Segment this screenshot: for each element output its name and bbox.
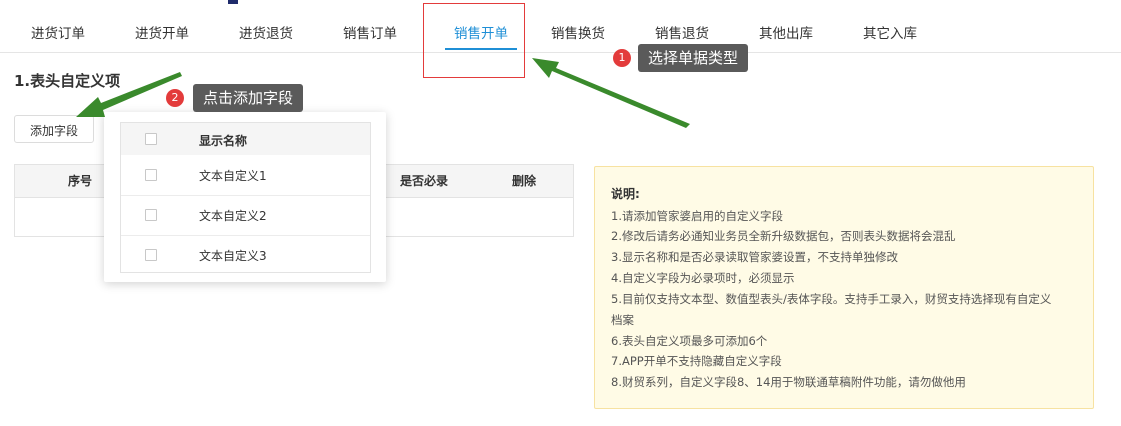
callout-click-add-field: 点击添加字段 (193, 84, 304, 112)
step-badge-1: 1 (613, 49, 631, 67)
annotation-arrows (76, 58, 690, 128)
callout-select-document-type: 选择单据类型 (638, 44, 749, 72)
step-badge-2: 2 (166, 89, 184, 107)
